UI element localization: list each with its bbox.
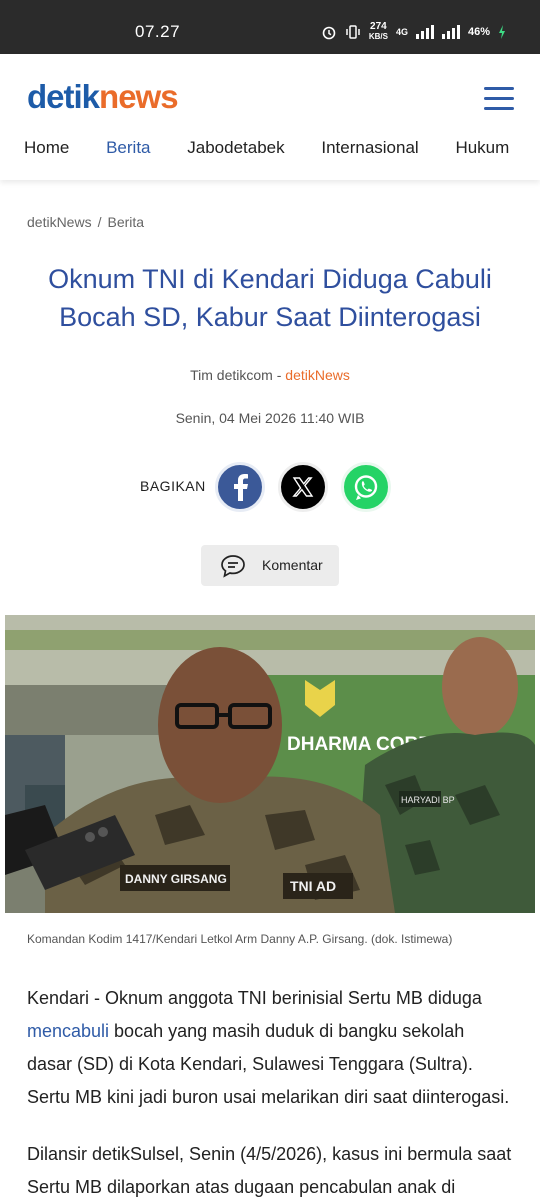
charging-icon [499,25,505,39]
article-date: Senin, 04 Mei 2026 11:40 WIB [175,410,365,426]
photo-tni-tag: TNI AD [290,878,336,894]
net-speed-unit: KB/S [368,32,388,41]
breadcrumb-root[interactable]: detikNews [27,214,92,230]
author-separator: - [272,367,286,383]
article-title: Oknum TNI di Kendari Diduga Cabuli Bocah… [48,264,492,332]
x-share-button[interactable] [278,462,328,512]
nav-jabodetabek[interactable]: Jabodetabek [187,138,284,158]
battery-level: 46% [467,26,490,38]
status-time: 07.27 [135,22,181,41]
x-icon [292,477,314,497]
comment-label: Komentar [262,557,323,573]
category-nav: Home Berita Jabodetabek Internasional Hu… [24,138,540,162]
vibrate-icon [346,25,360,39]
facebook-share-button[interactable] [215,462,265,512]
photo-caption: Komandan Kodim 1417/Kendari Letkol Arm D… [27,932,453,946]
comment-button[interactable]: Komentar [201,545,339,586]
site-logo[interactable]: detiknews [27,78,179,116]
paragraph-2: Dilansir detikSulsel, Senin (4/5/2026), … [27,1144,512,1197]
article-author: Tim detikcom - detikNews [0,367,540,383]
net-speed-value: 274 [370,21,387,32]
photo-name-tag-2: HARYADI BP [401,795,455,805]
status-bar: 07.27 274 KB/S 4G 46% [0,0,540,54]
share-label: BAGIKAN [140,478,206,494]
nav-hukum[interactable]: Hukum [455,138,509,158]
alarm-icon [322,26,336,40]
inline-link-mencabuli[interactable]: mencabuli [27,1021,109,1041]
author-name: Tim detikcom [190,367,273,383]
author-source[interactable]: detikNews [285,367,350,383]
logo-part-news: news [99,78,179,115]
photo-illustration: DHARMA CORPS HARYADI BP DANNY GIRSANG TN… [5,615,535,913]
breadcrumb-current[interactable]: Berita [107,214,144,230]
paragraph-1: Kendari - Oknum anggota TNI berinisial S… [27,982,513,1114]
breadcrumb-separator: / [97,214,102,230]
nav-berita[interactable]: Berita [106,138,150,158]
nav-home[interactable]: Home [24,138,69,158]
facebook-icon [234,474,248,501]
logo-part-detik: detik [27,78,100,115]
whatsapp-share-button[interactable] [341,462,391,512]
p1-text-before: Kendari - Oknum anggota TNI berinisial S… [27,988,482,1008]
photo-name-tag: DANNY GIRSANG [125,872,227,886]
comment-icon [221,555,245,578]
article-photo[interactable]: DHARMA CORPS HARYADI BP DANNY GIRSANG TN… [5,615,535,913]
article-body: Kendari - Oknum anggota TNI berinisial S… [27,982,513,1200]
share-bar: BAGIKAN [140,462,400,514]
signal-icon [415,25,434,39]
signal2-icon [441,25,460,39]
site-header: detiknews Home Berita Jabodetabek Intern… [0,54,540,180]
network-type: 4G [395,27,408,37]
hamburger-menu-icon[interactable] [484,87,514,111]
whatsapp-icon [354,475,378,500]
nav-internasional[interactable]: Internasional [321,138,418,158]
status-icons: 274 KB/S 4G 46% [321,22,506,42]
net-speed: 274 KB/S [369,22,388,42]
breadcrumb: detikNews / Berita [27,214,144,230]
